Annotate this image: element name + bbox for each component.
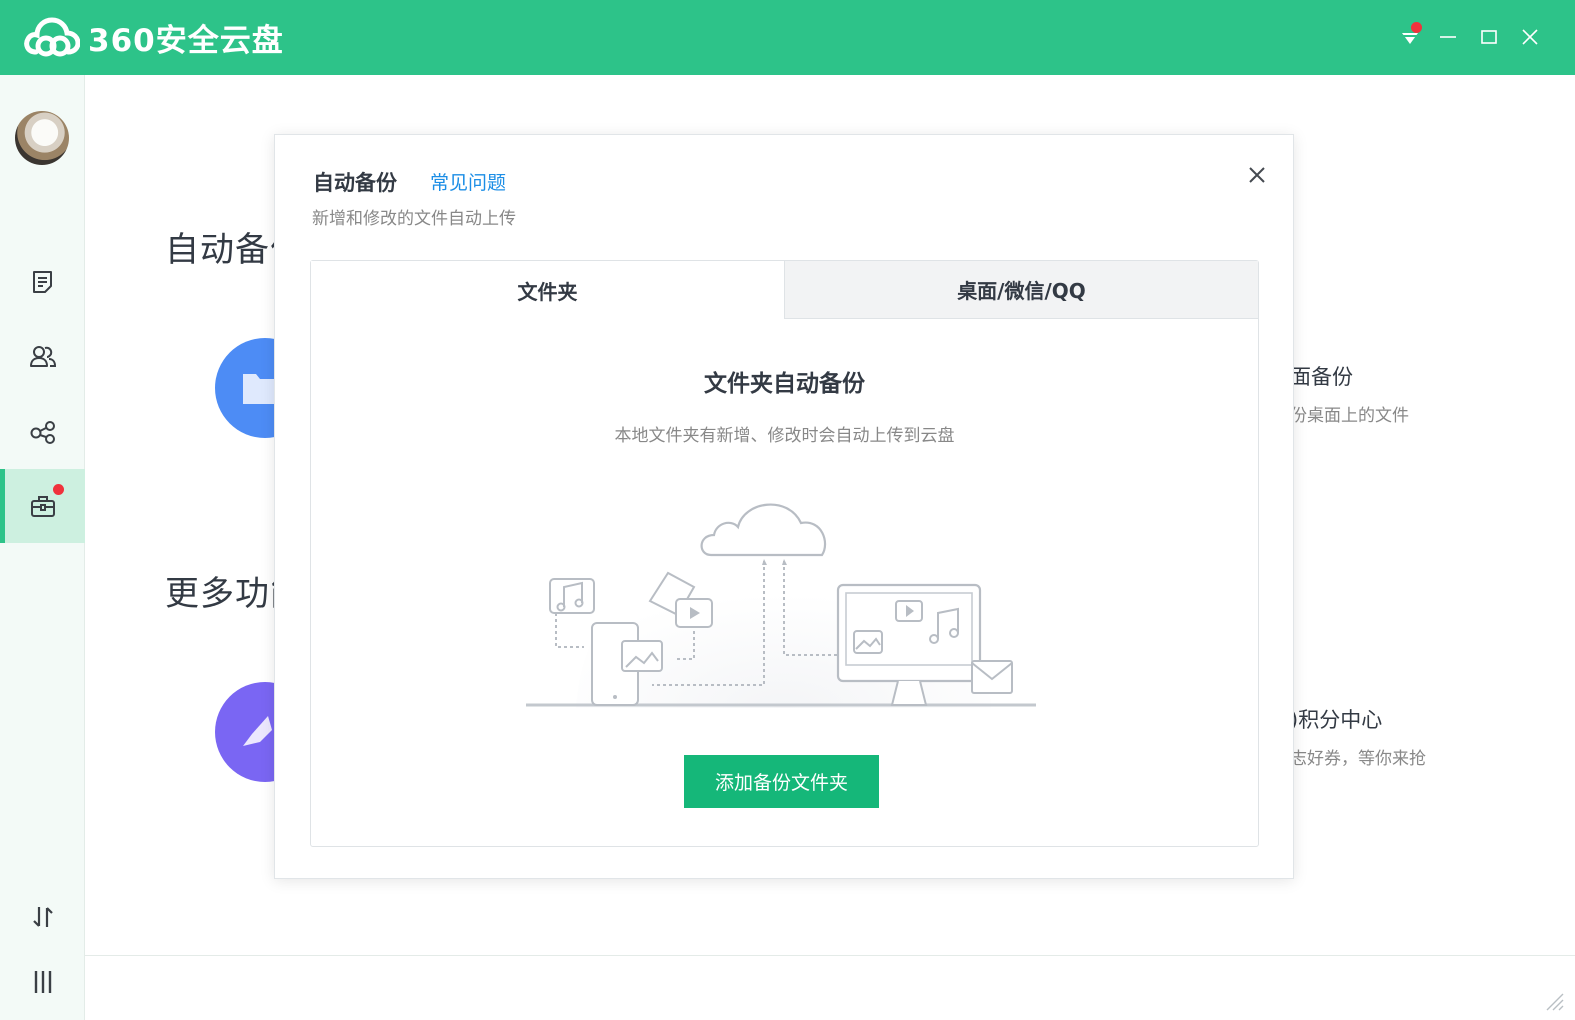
close-icon (1249, 167, 1265, 183)
backup-panel: 文件夹 桌面/微信/QQ 文件夹自动备份 本地文件夹有新增、修改时会自动上传到云… (310, 260, 1259, 847)
sidebar-item-toolbox[interactable] (0, 469, 85, 543)
status-divider (85, 955, 1575, 956)
points-center-sub: 志好券，等你来抢 (1290, 749, 1426, 769)
dialog-title: 自动备份 (313, 171, 397, 195)
avatar[interactable] (15, 111, 69, 165)
cloud-logo-icon (24, 17, 80, 57)
minimize-button[interactable] (1433, 22, 1463, 52)
menu-icon (34, 971, 51, 993)
auto-backup-dialog: 自动备份 常见问题 新增和修改的文件自动上传 文件夹 桌面/微信/QQ 文件夹自… (274, 134, 1294, 879)
resize-grip-icon[interactable] (1543, 990, 1565, 1012)
dialog-close-button[interactable] (1243, 161, 1271, 189)
backup-illustration (526, 503, 1036, 708)
panel-subheading: 本地文件夹有新增、修改时会自动上传到云盘 (614, 426, 955, 446)
minimize-icon (1440, 36, 1456, 38)
sidebar-item-files[interactable] (0, 245, 85, 319)
badge-dot (53, 484, 64, 495)
transfer-icon (32, 907, 53, 927)
maximize-button[interactable] (1474, 22, 1504, 52)
desktop-backup-sub: 份桌面上的文件 (1290, 406, 1409, 426)
sidebar-item-menu[interactable] (0, 945, 85, 1019)
sidebar-item-transfer[interactable] (0, 880, 85, 954)
dialog-description: 新增和修改的文件自动上传 (312, 209, 516, 229)
tab-folder[interactable]: 文件夹 (311, 261, 784, 319)
panel-heading: 文件夹自动备份 (704, 371, 865, 397)
maximize-icon (1481, 30, 1497, 44)
skin-button[interactable] (1395, 22, 1425, 52)
share-icon (30, 421, 55, 444)
sidebar (0, 75, 85, 1020)
sidebar-item-contacts[interactable] (0, 320, 85, 394)
close-window-button[interactable] (1515, 22, 1545, 52)
desktop-backup-title[interactable]: 面备份 (1290, 361, 1353, 391)
title-bar: 360安全云盘 (0, 0, 1575, 75)
app-logo: 360安全云盘 (22, 14, 284, 60)
points-center-title[interactable]: )积分中心 (1290, 704, 1382, 734)
broom-icon (243, 716, 272, 746)
faq-link[interactable]: 常见问题 (430, 168, 506, 195)
document-icon (32, 271, 52, 293)
add-backup-folder-button[interactable]: 添加备份文件夹 (684, 755, 879, 808)
app-title: 360安全云盘 (88, 22, 284, 59)
toolbox-icon (30, 496, 55, 517)
close-icon (1522, 29, 1538, 45)
tab-desktop-wechat-qq[interactable]: 桌面/微信/QQ (784, 261, 1258, 319)
notification-dot (1411, 22, 1422, 33)
sidebar-item-share[interactable] (0, 395, 85, 469)
users-icon (29, 346, 56, 367)
